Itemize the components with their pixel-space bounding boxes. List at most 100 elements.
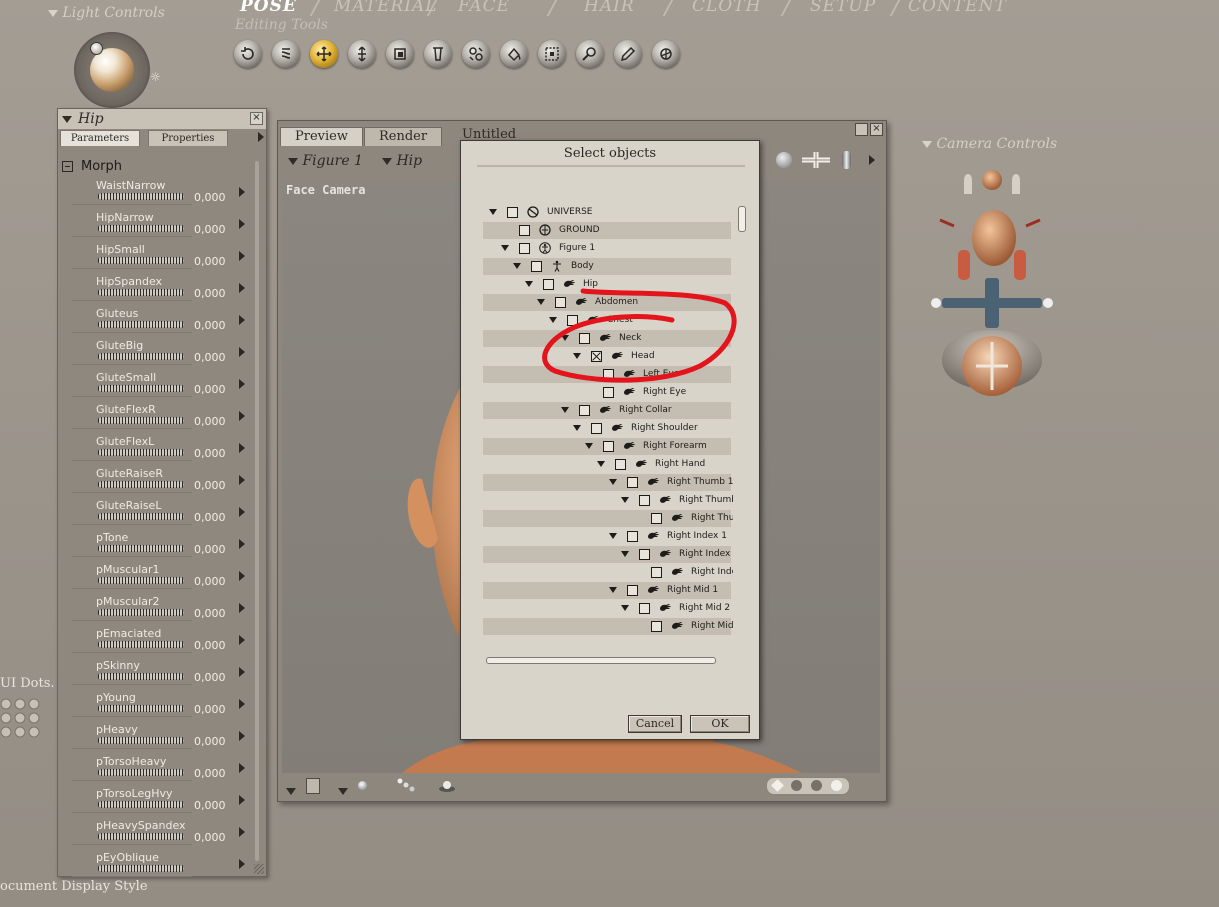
morph-dial[interactable]: pSkinny 0,000 [58, 657, 253, 689]
dial-menu-arrow-icon[interactable] [239, 379, 245, 389]
translate-tool-button[interactable] [310, 40, 338, 68]
dial-slider[interactable] [98, 673, 184, 680]
grouping-tool-button[interactable] [538, 40, 566, 68]
dial-slider[interactable] [98, 737, 184, 744]
expand-triangle-icon[interactable] [513, 263, 521, 269]
dial-slider[interactable] [98, 833, 184, 840]
view-menu-arrow-icon[interactable] [869, 155, 875, 165]
dial-value[interactable]: 0,000 [194, 799, 226, 812]
dial-menu-arrow-icon[interactable] [239, 219, 245, 229]
morph-dial[interactable]: pTone 0,000 [58, 529, 253, 561]
morph-dial[interactable]: pMuscular1 0,000 [58, 561, 253, 593]
morph-dial[interactable]: HipNarrow 0,000 [58, 209, 253, 241]
tree-checkbox[interactable] [543, 279, 554, 290]
tree-row[interactable]: GROUND [483, 222, 731, 239]
dial-value[interactable]: 0,000 [194, 607, 226, 620]
tree-row[interactable]: Hip [483, 276, 731, 293]
tree-checkbox[interactable] [579, 405, 590, 416]
tab-properties[interactable]: Properties [148, 130, 228, 146]
dial-menu-arrow-icon[interactable] [239, 699, 245, 709]
dial-menu-arrow-icon[interactable] [239, 187, 245, 197]
expand-triangle-icon[interactable] [537, 299, 545, 305]
dial-menu-arrow-icon[interactable] [239, 251, 245, 261]
ground-shadows-icon[interactable] [396, 777, 416, 793]
tree-row[interactable]: Right Thumb 1 [483, 474, 733, 491]
dial-slider[interactable] [98, 769, 184, 776]
tree-checkbox[interactable] [591, 423, 602, 434]
collapse-minus-icon[interactable] [62, 161, 73, 172]
dial-slider[interactable] [98, 545, 184, 552]
tree-row[interactable]: Right Mid 3 [483, 618, 733, 635]
morph-dial[interactable]: pHeavySpandex 0,000 [58, 817, 253, 849]
dial-slider[interactable] [98, 385, 184, 392]
tab-parameters[interactable]: Parameters [60, 130, 140, 146]
light-sun-icon[interactable]: ☼ [150, 70, 161, 84]
panel-menu-arrow-icon[interactable] [258, 132, 264, 142]
tree-row[interactable]: Right Eye [483, 384, 731, 401]
tree-row[interactable]: Right Shoulder [483, 420, 731, 437]
expand-triangle-icon[interactable] [621, 605, 629, 611]
dial-value[interactable]: 0,000 [194, 223, 226, 236]
tree-row[interactable]: Right Index 1 [483, 528, 731, 545]
camera-trackball-icon[interactable] [942, 330, 1042, 396]
dial-value[interactable]: 0,000 [194, 447, 226, 460]
tree-checkbox[interactable] [603, 387, 614, 398]
dial-value[interactable]: 0,000 [194, 511, 226, 524]
morph-dial[interactable]: pEyOblique [58, 849, 253, 881]
tree-checkbox[interactable] [603, 369, 614, 380]
dial-menu-arrow-icon[interactable] [239, 315, 245, 325]
tracking-full-icon[interactable] [811, 780, 822, 791]
cancel-button[interactable]: Cancel [628, 715, 682, 733]
panel-scrollbar[interactable] [255, 161, 259, 861]
morphing-brush-tool-button[interactable] [614, 40, 642, 68]
chain-break-tool-button[interactable] [462, 40, 490, 68]
expand-triangle-icon[interactable] [549, 317, 557, 323]
document-display-dropdown[interactable] [286, 781, 296, 800]
expand-triangle-icon[interactable] [621, 551, 629, 557]
camera-hands-top-icon[interactable] [964, 170, 1020, 194]
tab-setup[interactable]: SETUP [810, 0, 876, 16]
figure-dropdown[interactable]: Figure 1 [288, 153, 363, 169]
tree-checkbox[interactable] [507, 207, 518, 218]
resize-grip-icon[interactable] [254, 864, 264, 874]
dial-menu-arrow-icon[interactable] [239, 507, 245, 517]
dial-value[interactable]: 0,000 [194, 287, 226, 300]
dial-value[interactable]: 0,000 [194, 255, 226, 268]
expand-triangle-icon[interactable] [621, 497, 629, 503]
dial-menu-arrow-icon[interactable] [239, 283, 245, 293]
dial-slider[interactable] [98, 225, 184, 232]
translate-in-out-tool-button[interactable] [348, 40, 376, 68]
dial-menu-arrow-icon[interactable] [239, 795, 245, 805]
tab-cloth[interactable]: CLOTH [692, 0, 761, 16]
tree-row[interactable]: Right Forearm [483, 438, 731, 455]
expand-triangle-icon[interactable] [561, 407, 569, 413]
dial-slider[interactable] [98, 865, 184, 872]
dial-value[interactable]: 0,000 [194, 415, 226, 428]
dial-value[interactable]: 0,000 [194, 383, 226, 396]
document-style-icon[interactable] [306, 778, 320, 794]
color-tool-button[interactable] [500, 40, 528, 68]
dial-slider[interactable] [98, 321, 184, 328]
tree-checkbox[interactable] [519, 225, 530, 236]
tab-face[interactable]: FACE [458, 0, 510, 16]
morph-dial[interactable]: pYoung 0,000 [58, 689, 253, 721]
expand-triangle-icon[interactable] [525, 281, 533, 287]
dial-value[interactable]: 0,000 [194, 767, 226, 780]
close-icon[interactable]: × [250, 112, 263, 125]
twist-tool-button[interactable] [272, 40, 300, 68]
dial-menu-arrow-icon[interactable] [239, 539, 245, 549]
light-render-icon[interactable] [438, 777, 456, 792]
dial-menu-arrow-icon[interactable] [239, 859, 245, 869]
tree-checkbox[interactable] [615, 459, 626, 470]
dial-value[interactable]: 0,000 [194, 351, 226, 364]
tab-material[interactable]: MATERIAL [334, 0, 438, 16]
morph-dial[interactable]: GluteBig 0,000 [58, 337, 253, 369]
tree-checkbox[interactable] [639, 495, 650, 506]
dial-value[interactable]: 0,000 [194, 319, 226, 332]
element-style-dropdown[interactable] [338, 781, 348, 800]
tree-checkbox[interactable] [627, 477, 638, 488]
dial-value[interactable]: 0,000 [194, 671, 226, 684]
morph-group-header[interactable]: Morph [62, 159, 122, 174]
part-dropdown[interactable]: Hip [382, 153, 422, 169]
dial-value[interactable]: 0,000 [194, 831, 226, 844]
